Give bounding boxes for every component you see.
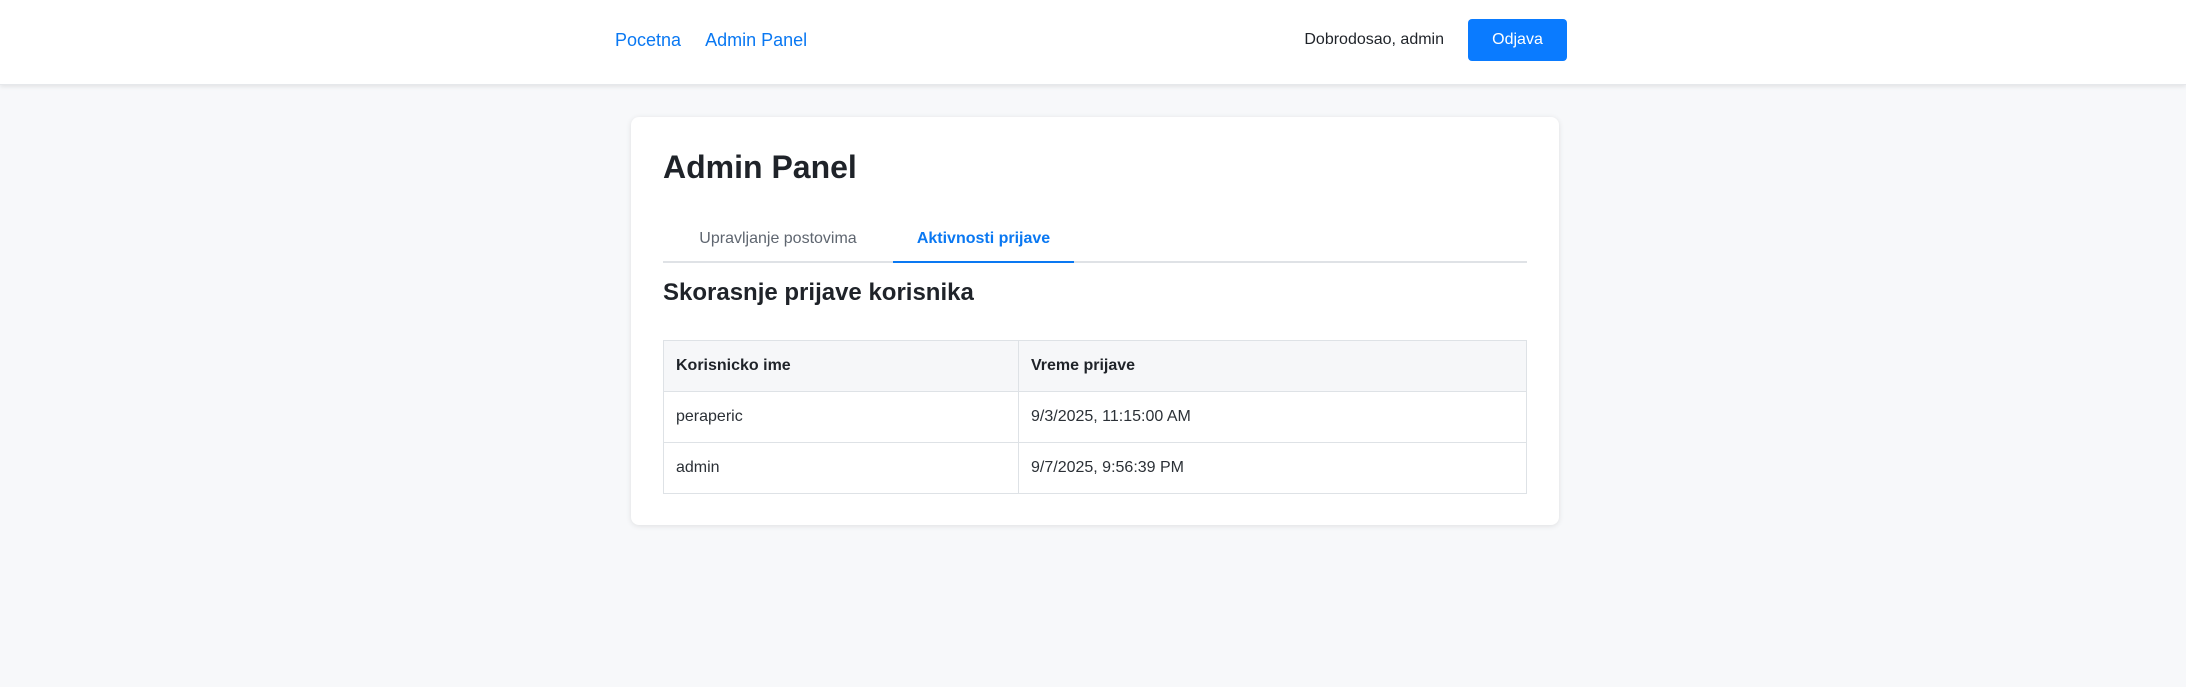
logout-button[interactable]: Odjava — [1468, 19, 1567, 61]
cell-login-time: 9/3/2025, 11:15:00 AM — [1018, 391, 1527, 443]
logins-table-container: Korisnicko ime Vreme prijave peraperic 9… — [663, 340, 1527, 494]
logins-table: Korisnicko ime Vreme prijave peraperic 9… — [663, 340, 1527, 494]
user-area: Dobrodosao, admin Odjava — [1304, 19, 1567, 61]
admin-panel-card: Admin Panel Upravljanje postovima Aktivn… — [631, 117, 1559, 525]
column-header-username: Korisnicko ime — [663, 340, 1019, 392]
tab-login-activity[interactable]: Aktivnosti prijave — [893, 217, 1074, 263]
cell-username: peraperic — [663, 391, 1019, 443]
table-header-row: Korisnicko ime Vreme prijave — [663, 340, 1527, 392]
welcome-text: Dobrodosao, admin — [1304, 31, 1444, 48]
cell-username: admin — [663, 442, 1019, 494]
cell-login-time: 9/7/2025, 9:56:39 PM — [1018, 442, 1527, 494]
section-title: Skorasnje prijave korisnika — [663, 279, 974, 306]
nav-link-admin-panel[interactable]: Admin Panel — [705, 30, 807, 51]
page-title: Admin Panel — [663, 149, 857, 185]
table-row: peraperic 9/3/2025, 11:15:00 AM — [663, 391, 1527, 443]
column-header-login-time: Vreme prijave — [1018, 340, 1527, 392]
table-row: admin 9/7/2025, 9:56:39 PM — [663, 442, 1527, 494]
main-nav: Pocetna Admin Panel — [615, 0, 807, 80]
nav-link-pocetna[interactable]: Pocetna — [615, 30, 681, 51]
tab-post-management[interactable]: Upravljanje postovima — [663, 217, 893, 261]
top-navbar: Pocetna Admin Panel Dobrodosao, admin Od… — [0, 0, 2186, 85]
tab-bar: Upravljanje postovima Aktivnosti prijave — [663, 217, 1527, 263]
